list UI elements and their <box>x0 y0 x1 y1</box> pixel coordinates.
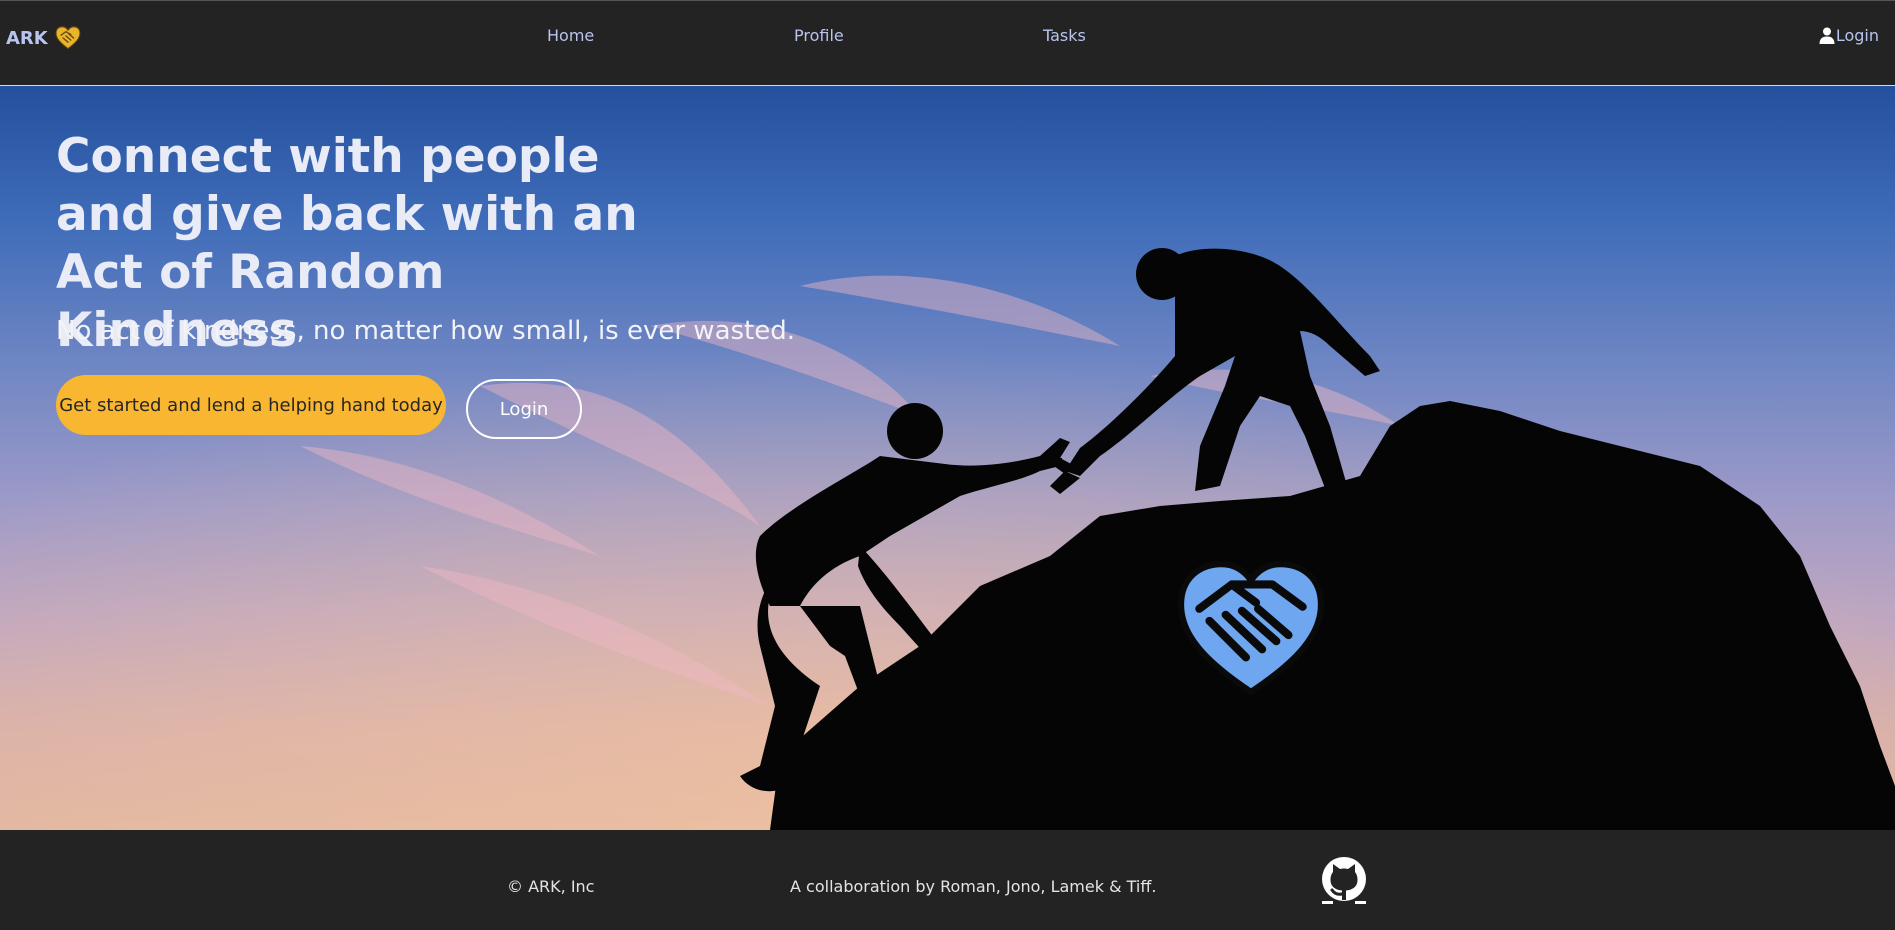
nav-login-link[interactable]: Login <box>1819 26 1879 45</box>
nav-tasks-link[interactable]: Tasks <box>1043 26 1086 45</box>
footer: © ARK, Inc A collaboration by Roman, Jon… <box>0 830 1895 930</box>
nav-home-link[interactable]: Home <box>547 26 594 45</box>
heart-handshake-icon <box>1178 561 1324 696</box>
get-started-button[interactable]: Get started and lend a helping hand toda… <box>56 375 446 435</box>
github-icon <box>1322 857 1366 904</box>
hero-section: Connect with people and give back with a… <box>0 86 1895 830</box>
user-icon <box>1819 27 1835 44</box>
nav-profile-link[interactable]: Profile <box>794 26 844 45</box>
nav-login-label: Login <box>1835 26 1879 45</box>
footer-copyright: © ARK, Inc <box>507 877 595 896</box>
brand-link[interactable]: ARK <box>6 23 82 53</box>
top-navbar: ARK Home Profile Tasks Login <box>0 0 1895 86</box>
hero-subtitle: No act of kindness, no matter how small,… <box>56 316 796 346</box>
brand-name: ARK <box>6 27 48 49</box>
footer-credits: A collaboration by Roman, Jono, Lamek & … <box>790 877 1157 896</box>
hero-login-button[interactable]: Login <box>466 379 582 439</box>
heart-handshake-icon <box>55 26 81 50</box>
github-link[interactable] <box>1319 856 1369 906</box>
